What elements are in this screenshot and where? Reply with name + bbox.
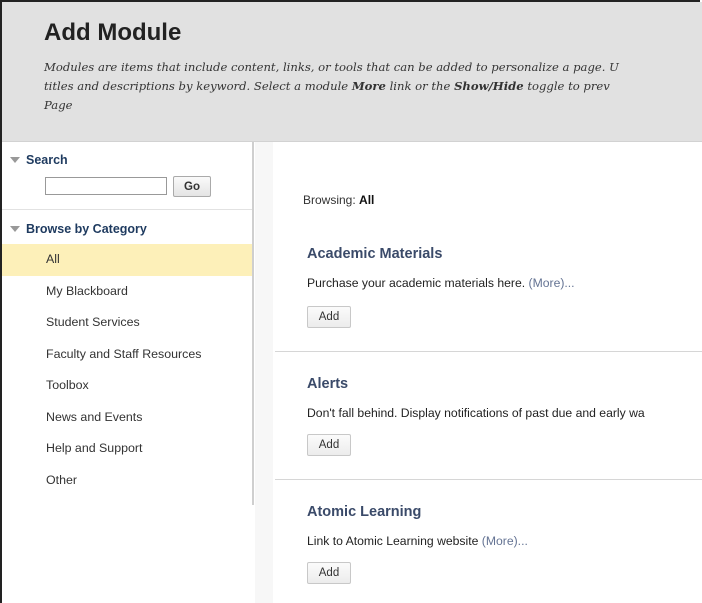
sidebar-scrollbar[interactable] bbox=[252, 142, 254, 505]
add-module-button[interactable]: Add bbox=[307, 562, 351, 584]
search-heading[interactable]: Search bbox=[26, 153, 68, 167]
description-line-3: Page bbox=[44, 98, 73, 112]
more-link[interactable]: (More)... bbox=[482, 534, 528, 548]
search-input[interactable] bbox=[45, 177, 167, 195]
module-description: Link to Atomic Learning website (More)..… bbox=[307, 534, 528, 548]
page-description: Modules are items that include content, … bbox=[44, 58, 702, 115]
description-text: link or the bbox=[385, 79, 455, 93]
go-button[interactable]: Go bbox=[173, 176, 211, 197]
module-description: Purchase your academic materials here. (… bbox=[307, 276, 575, 290]
collapse-triangle-icon[interactable] bbox=[10, 157, 20, 163]
description-text: titles and descriptions by keyword. Sele… bbox=[44, 79, 352, 93]
module-description-text: Link to Atomic Learning website bbox=[307, 534, 482, 548]
module-divider bbox=[275, 479, 702, 480]
sidebar-divider bbox=[2, 209, 252, 210]
module-title: Atomic Learning bbox=[307, 504, 422, 520]
category-list: All My Blackboard Student Services Facul… bbox=[2, 244, 252, 496]
module-title: Academic Materials bbox=[307, 246, 443, 262]
add-module-button[interactable]: Add bbox=[307, 434, 351, 456]
module-description-text: Purchase your academic materials here. bbox=[307, 276, 529, 290]
category-item-help-support[interactable]: Help and Support bbox=[2, 433, 252, 465]
collapse-triangle-icon[interactable] bbox=[10, 226, 20, 232]
sidebar: Search Go Browse by Category All My Blac… bbox=[2, 142, 252, 603]
module-browser: Browsing: All Academic Materials Purchas… bbox=[273, 142, 702, 603]
browsing-value: All bbox=[359, 193, 375, 207]
more-link[interactable]: (More)... bbox=[529, 276, 575, 290]
category-item-news-events[interactable]: News and Events bbox=[2, 402, 252, 434]
category-item-all[interactable]: All bbox=[2, 244, 252, 276]
category-item-faculty-staff-resources[interactable]: Faculty and Staff Resources bbox=[2, 339, 252, 371]
module-divider bbox=[275, 351, 702, 352]
category-item-other[interactable]: Other bbox=[2, 465, 252, 497]
description-line-1: Modules are items that include content, … bbox=[44, 60, 619, 74]
add-module-button[interactable]: Add bbox=[307, 306, 351, 328]
category-item-toolbox[interactable]: Toolbox bbox=[2, 370, 252, 402]
description-more-term: More bbox=[351, 79, 386, 93]
browse-by-category-heading[interactable]: Browse by Category bbox=[26, 222, 147, 236]
page-title: Add Module bbox=[44, 19, 182, 46]
description-showhide-term: Show/Hide bbox=[454, 79, 524, 93]
description-text: toggle to prev bbox=[523, 79, 610, 93]
module-title: Alerts bbox=[307, 376, 349, 392]
sidebar-gutter bbox=[255, 142, 273, 603]
browsing-indicator: Browsing: All bbox=[303, 193, 374, 207]
description-line-2: titles and descriptions by keyword. Sele… bbox=[44, 77, 702, 96]
category-item-student-services[interactable]: Student Services bbox=[2, 307, 252, 339]
category-item-my-blackboard[interactable]: My Blackboard bbox=[2, 276, 252, 308]
module-description: Don't fall behind. Display notifications… bbox=[307, 406, 645, 420]
page-header: Add Module Modules are items that includ… bbox=[2, 2, 702, 142]
browsing-label: Browsing: bbox=[303, 193, 360, 207]
